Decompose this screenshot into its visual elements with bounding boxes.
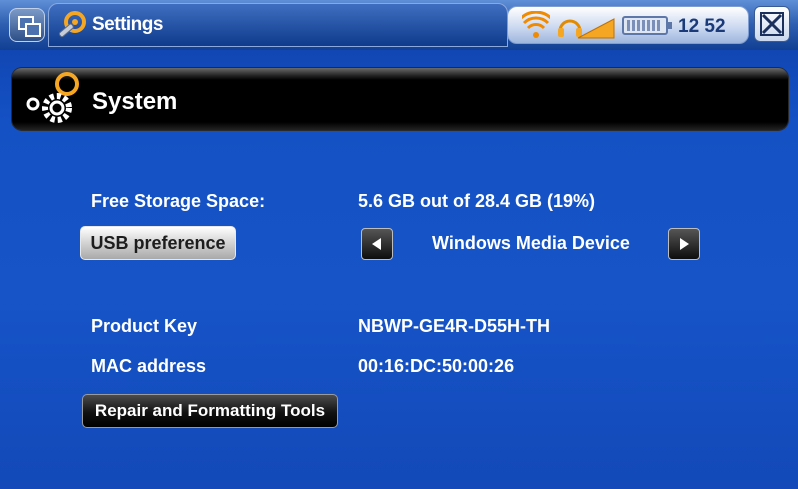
usb-preference-value: Windows Media Device: [432, 233, 630, 253]
right-arrow-icon: [680, 238, 689, 250]
page-title: System: [92, 88, 178, 115]
top-bar: Settings 12 52: [0, 0, 798, 50]
product-key-label: Product Key: [91, 316, 198, 336]
free-storage-label: Free Storage Space:: [91, 191, 266, 211]
usb-preference-button[interactable]: USB preference: [80, 226, 236, 260]
usb-prev-button[interactable]: [361, 228, 393, 260]
settings-gear-icon: [58, 11, 86, 38]
usb-next-button[interactable]: [668, 228, 700, 260]
wifi-icon: [522, 11, 550, 38]
mac-address-label: MAC address: [91, 356, 207, 376]
clock-time: 12 52: [678, 16, 726, 37]
close-button[interactable]: [754, 6, 790, 42]
gears-icon: [26, 72, 79, 123]
battery-icon: [622, 16, 672, 35]
settings-screen: Settings 12 52 System Free Storage Space…: [0, 0, 798, 489]
status-area: 12 52: [507, 6, 749, 44]
section-header: System: [12, 68, 788, 130]
left-arrow-icon: [372, 238, 381, 250]
close-icon: [760, 12, 784, 36]
free-storage-value: 5.6 GB out of 28.4 GB (19%): [358, 191, 596, 211]
product-key-value: NBWP-GE4R-D55H-TH: [358, 316, 551, 336]
window-switch-icon[interactable]: [9, 8, 45, 42]
repair-formatting-button[interactable]: Repair and Formatting Tools: [82, 394, 338, 428]
app-title: Settings: [92, 14, 163, 35]
headphones-volume-icon: [558, 18, 615, 39]
mac-address-value: 00:16:DC:50:00:26: [358, 356, 515, 376]
